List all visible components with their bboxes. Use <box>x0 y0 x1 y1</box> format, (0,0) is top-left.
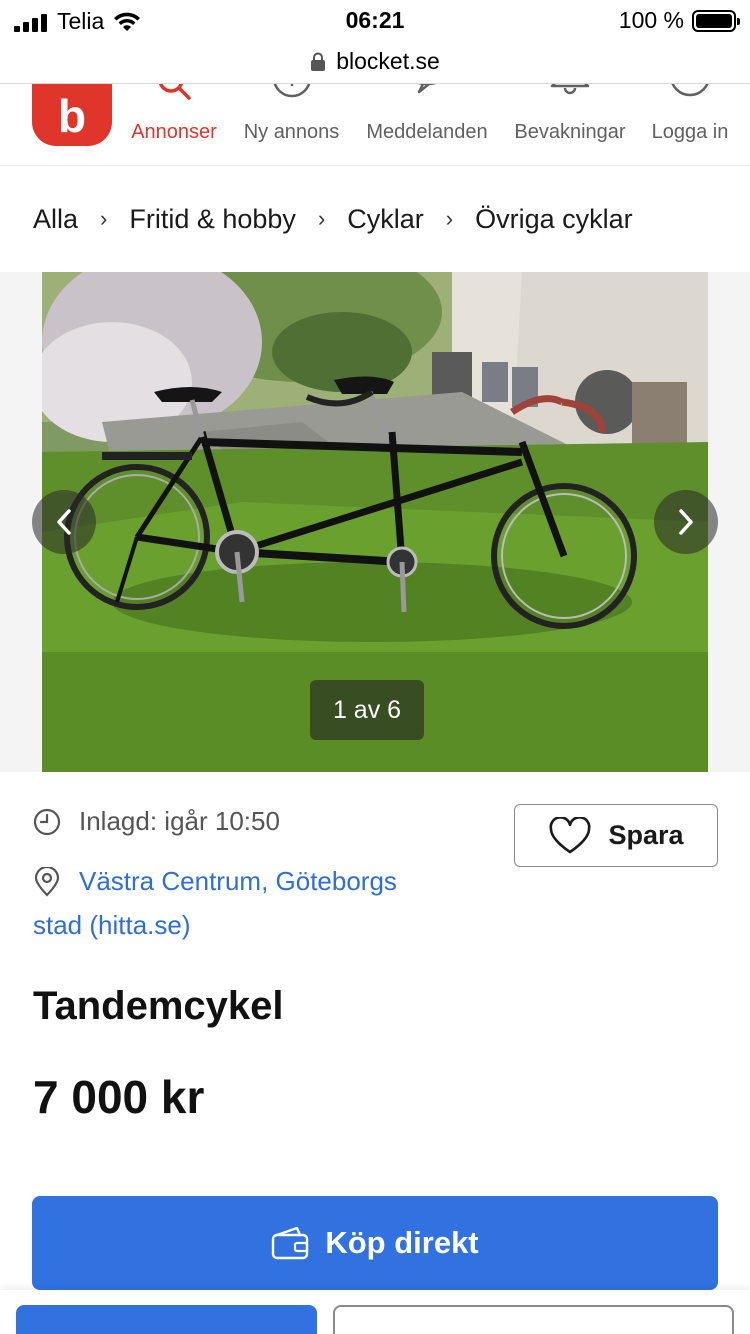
sticky-bottom-bar <box>0 1290 750 1334</box>
status-right: 100 % <box>618 7 740 34</box>
chat-bubble-icon <box>417 84 437 94</box>
search-icon <box>158 84 191 100</box>
buy-label: Köp direkt <box>325 1225 479 1260</box>
location-link[interactable]: Västra Centrum, Göteborgs <box>79 866 397 897</box>
clock-icon <box>33 808 61 835</box>
breadcrumb-separator-icon: › <box>100 206 108 231</box>
nav-label: Ny annons <box>243 121 340 143</box>
app-header: b Annonser Ny annons Meddelanden Bevakni… <box>0 84 750 166</box>
gallery-prev-button[interactable] <box>32 490 96 554</box>
listing-title: Tandemcykel <box>33 984 284 1028</box>
listing-price: 7 000 kr <box>33 1071 205 1123</box>
nav-item-meddelanden[interactable]: Meddelanden <box>362 84 492 165</box>
nav-label: Logga in <box>651 121 729 143</box>
browser-url-bar[interactable]: blocket.se <box>0 40 750 84</box>
location-info: Västra Centrum, Göteborgs <box>33 866 397 897</box>
nav-label: Annonser <box>131 121 217 143</box>
nav-item-annonser[interactable]: Annonser <box>128 84 220 165</box>
location-link-continued[interactable]: stad (hitta.se) <box>33 910 191 941</box>
breadcrumb-item-alla[interactable]: Alla <box>33 204 78 235</box>
ios-status-bar: Telia 06:21 100 % <box>0 0 750 40</box>
nav-label: Bevakningar <box>514 121 626 143</box>
wallet-icon <box>272 1226 309 1260</box>
bottom-secondary-button[interactable] <box>333 1305 734 1334</box>
gallery-counter: 1 av 6 <box>310 680 424 740</box>
lock-icon <box>311 52 326 71</box>
plus-circle-icon <box>273 84 310 98</box>
breadcrumb-item-ovriga-cyklar[interactable]: Övriga cyklar <box>475 204 633 235</box>
buy-now-button[interactable]: Köp direkt <box>32 1196 718 1290</box>
nav-item-bevakningar[interactable]: Bevakningar <box>511 84 629 165</box>
gallery-next-button[interactable] <box>654 490 718 554</box>
breadcrumb: Alla › Fritid & hobby › Cyklar › Övriga … <box>0 166 750 272</box>
image-gallery: 1 av 6 <box>0 272 750 772</box>
posted-text: Inlagd: igår 10:50 <box>79 806 280 836</box>
blocket-logo[interactable]: b <box>32 84 112 146</box>
nav-item-logga-in[interactable]: Logga in <box>649 84 731 165</box>
breadcrumb-separator-icon: › <box>317 206 326 231</box>
logo-letter: b <box>57 90 87 142</box>
bell-icon <box>550 84 590 95</box>
map-pin-icon <box>34 866 60 897</box>
breadcrumb-separator-icon: › <box>445 206 454 231</box>
location-link-text[interactable]: stad (hitta.se) <box>33 910 191 940</box>
save-label: Spara <box>608 820 684 850</box>
url-text: blocket.se <box>336 48 440 74</box>
chevron-left-icon <box>57 509 71 535</box>
breadcrumb-item-fritid-hobby[interactable]: Fritid & hobby <box>129 204 296 235</box>
posted-info: Inlagd: igår 10:50 <box>33 806 280 837</box>
battery-percent: 100 % <box>618 7 684 33</box>
user-circle-icon <box>671 84 709 97</box>
bottom-primary-button[interactable] <box>16 1305 317 1334</box>
battery-icon <box>692 9 740 32</box>
nav-item-ny-annons[interactable]: Ny annons <box>240 84 343 165</box>
save-button[interactable]: Spara <box>514 804 718 867</box>
nav-label: Meddelanden <box>366 121 488 143</box>
chevron-right-icon <box>679 509 693 535</box>
heart-icon <box>549 816 591 853</box>
breadcrumb-item-cyklar[interactable]: Cyklar <box>347 204 424 235</box>
